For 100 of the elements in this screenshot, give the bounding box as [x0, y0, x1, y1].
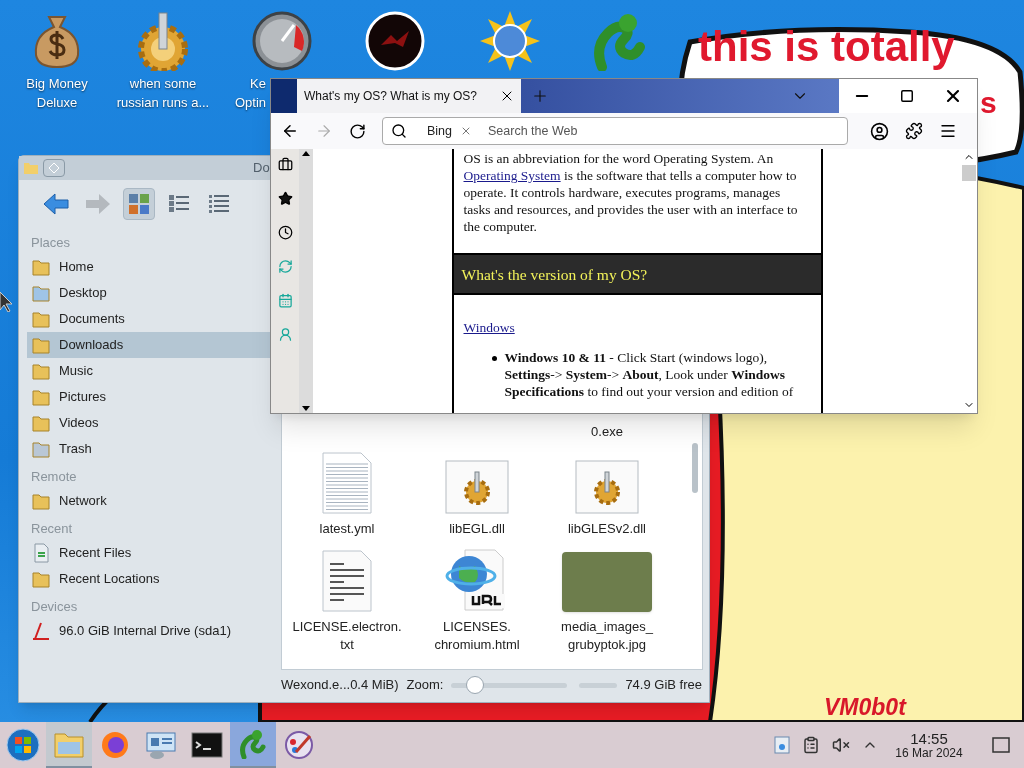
status-text: Wexond.e...0.4 MiB) — [281, 676, 399, 695]
clock-date[interactable]: 16 Mar 2024 — [895, 747, 963, 759]
sidebar-item[interactable]: Trash — [27, 436, 273, 462]
file-name[interactable]: chromium.html — [434, 636, 520, 654]
menu-icon[interactable] — [939, 122, 957, 140]
slider-thumb[interactable] — [466, 676, 485, 694]
file-name[interactable]: txt — [340, 636, 354, 654]
desktop-icon-label[interactable]: when some — [129, 74, 197, 93]
account-icon[interactable] — [870, 121, 889, 141]
sidebar-item[interactable]: Recent Files — [27, 540, 273, 566]
scroll-up-icon[interactable] — [302, 151, 310, 156]
muted-speaker-icon[interactable] — [832, 736, 850, 754]
free-space-text: 74.9 GiB free — [625, 676, 702, 695]
scrollbar-thumb[interactable] — [692, 443, 698, 493]
person-icon[interactable] — [277, 327, 293, 342]
sidebar-item[interactable]: Videos — [27, 410, 273, 436]
sidebar-item[interactable]: Home — [27, 254, 273, 280]
scrollbar-thumb[interactable] — [961, 165, 976, 181]
file-name[interactable]: libGLESv2.dll — [567, 520, 646, 538]
bullet-icon — [491, 356, 497, 361]
back-icon[interactable] — [281, 122, 299, 140]
file-name[interactable]: media_images_ — [561, 618, 653, 636]
folder-icon — [31, 387, 51, 407]
sidebar-section-title: Recent — [30, 520, 74, 538]
grid-view-icon — [128, 193, 150, 215]
address-bar[interactable]: Bing Search the Web — [382, 117, 848, 145]
desktop-icon-label[interactable]: Ke — [250, 74, 266, 93]
clock-time[interactable]: 14:55 — [910, 731, 948, 746]
file-name[interactable]: grubyptok.jpg — [567, 636, 647, 654]
monitor-icon — [31, 283, 51, 303]
desktop-icon-label[interactable]: Big Money — [26, 74, 88, 93]
sidebar-item[interactable]: Downloads — [27, 332, 273, 358]
view-mode-button[interactable] — [123, 188, 155, 220]
briefcase-icon[interactable] — [277, 157, 293, 172]
folder-icon — [31, 491, 51, 511]
article-link[interactable]: Operating System — [463, 168, 561, 183]
folder-icon — [31, 569, 51, 589]
folder-icon — [31, 257, 51, 277]
folder-icon — [31, 413, 51, 433]
folder-icon — [31, 335, 51, 355]
search-engine-chip[interactable]: Bing — [427, 121, 453, 141]
file-name[interactable]: libEGL.dll — [449, 520, 505, 538]
wallpaper-text: s — [980, 88, 997, 118]
sidebar-item[interactable]: Desktop — [27, 280, 273, 306]
text-file-icon — [322, 452, 372, 514]
show-desktop-icon[interactable] — [992, 737, 1010, 753]
sidebar-section-title: Remote — [30, 468, 78, 486]
sync-icon[interactable] — [277, 259, 293, 274]
section-link[interactable]: Windows — [463, 319, 515, 336]
sidebar-item[interactable]: Recent Locations — [27, 566, 273, 592]
document-icon — [322, 550, 372, 612]
zoom-label: Zoom: — [406, 676, 444, 695]
zoom-slider[interactable] — [451, 676, 568, 694]
bullet-text: Windows 10 & 11 - Click Start (windows logo), Settings-> System-> About, Look under Windows Specifications to find out your version and edition of — [504, 349, 795, 400]
gear-file-icon — [575, 460, 639, 514]
desktop-icon-label[interactable]: Deluxe — [36, 93, 78, 112]
wallpaper-signature: VM0b0t — [824, 696, 906, 719]
desktop-icon-label[interactable]: Optin — [234, 93, 266, 112]
trash-icon — [31, 439, 51, 459]
monitor-settings-icon — [145, 730, 177, 760]
snake-icon — [239, 729, 267, 759]
file-name[interactable]: LICENSE.electron. — [292, 618, 402, 636]
folder-icon — [31, 361, 51, 381]
start-orb-icon — [6, 728, 40, 762]
clock-icon[interactable] — [277, 225, 293, 240]
terminal-icon — [191, 732, 223, 758]
calendar-icon[interactable] — [277, 293, 293, 308]
section-heading: What's the version of my OS? — [461, 265, 648, 283]
tab-strip-block — [271, 79, 297, 113]
extensions-icon[interactable] — [905, 122, 923, 140]
clipboard-icon[interactable] — [802, 736, 820, 754]
sun-globe-icon — [478, 9, 542, 73]
document-icon — [31, 543, 51, 563]
browser-tab[interactable]: What's my OS? What is my OS? — [297, 79, 521, 113]
folder-icon — [54, 730, 84, 758]
file-name[interactable]: LICENSES. — [443, 618, 511, 636]
file-name[interactable]: latest.yml — [319, 520, 375, 538]
sidebar-item[interactable]: Music — [27, 358, 273, 384]
compact-view-icon — [208, 193, 230, 215]
file-name[interactable]: 0.exe — [591, 422, 623, 442]
mouse-pointer-icon — [0, 292, 12, 312]
article-paragraph: OS is an abbreviation for the word Operating System. An Operating System is the software that tells a computer how to operate. It controls hardware, executes programs, manages tasks and resources, and provides the user with an interface to the computer. — [462, 150, 799, 236]
folder-icon — [23, 161, 39, 175]
star-icon[interactable] — [277, 191, 293, 206]
search-icon — [391, 123, 407, 139]
window-menu-button[interactable] — [43, 159, 65, 177]
tray-app-icon[interactable] — [774, 735, 790, 755]
sidebar-item[interactable]: Pictures — [27, 384, 273, 410]
maximize-icon[interactable] — [900, 89, 914, 103]
snake-icon — [592, 11, 648, 71]
forward-arrow-icon — [85, 193, 111, 215]
desktop-icon-label[interactable]: russian runs a... — [116, 93, 210, 112]
sidebar-section-title: Places — [30, 234, 72, 252]
sidebar-item[interactable]: Documents — [27, 306, 273, 332]
wallpaper-text: this is totally — [698, 26, 955, 68]
reload-icon[interactable] — [349, 122, 366, 140]
scroll-down-icon[interactable] — [302, 406, 310, 411]
diamond-icon — [49, 163, 59, 173]
sidebar-item[interactable]: 96.0 GiB Internal Drive (sda1) — [27, 618, 273, 644]
sidebar-item[interactable]: Network — [27, 488, 273, 514]
